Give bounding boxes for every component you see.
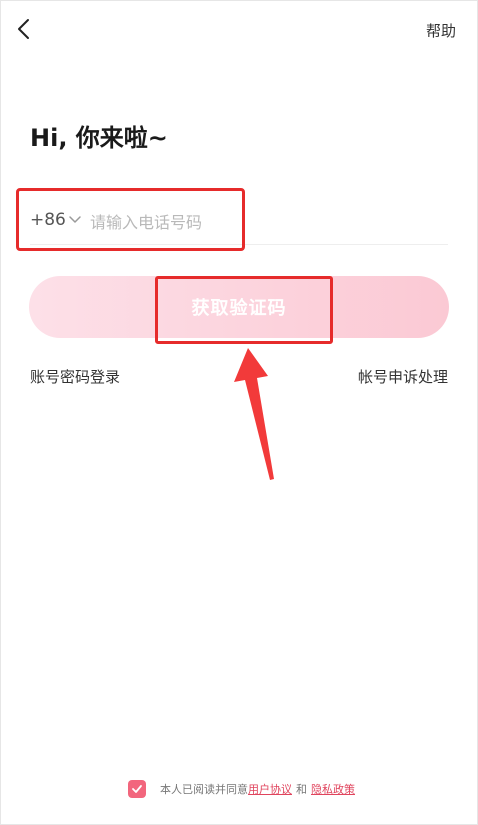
chevron-left-icon [18, 19, 29, 39]
user-agreement-link[interactable]: 用户协议 [248, 781, 292, 797]
agreement-checkbox[interactable] [128, 780, 146, 798]
page-title: Hi, 你来啦~ [30, 124, 168, 152]
password-login-link[interactable]: 账号密码登录 [30, 366, 120, 387]
privacy-policy-link[interactable]: 隐私政策 [311, 781, 355, 797]
agreement-text: 本人已阅读并同意 [160, 783, 248, 796]
agreement-row: 本人已阅读并同意 用户协议 和 隐私政策 [128, 779, 355, 799]
arrow-up-icon [234, 348, 274, 480]
highlight-box-button [155, 276, 333, 344]
agreement-and-text: 和 [296, 783, 307, 796]
highlight-box-phone [16, 188, 245, 251]
check-icon [132, 785, 142, 793]
help-link[interactable]: 帮助 [426, 20, 456, 41]
account-appeal-link[interactable]: 帐号申诉处理 [358, 366, 448, 387]
back-button[interactable] [14, 18, 36, 40]
